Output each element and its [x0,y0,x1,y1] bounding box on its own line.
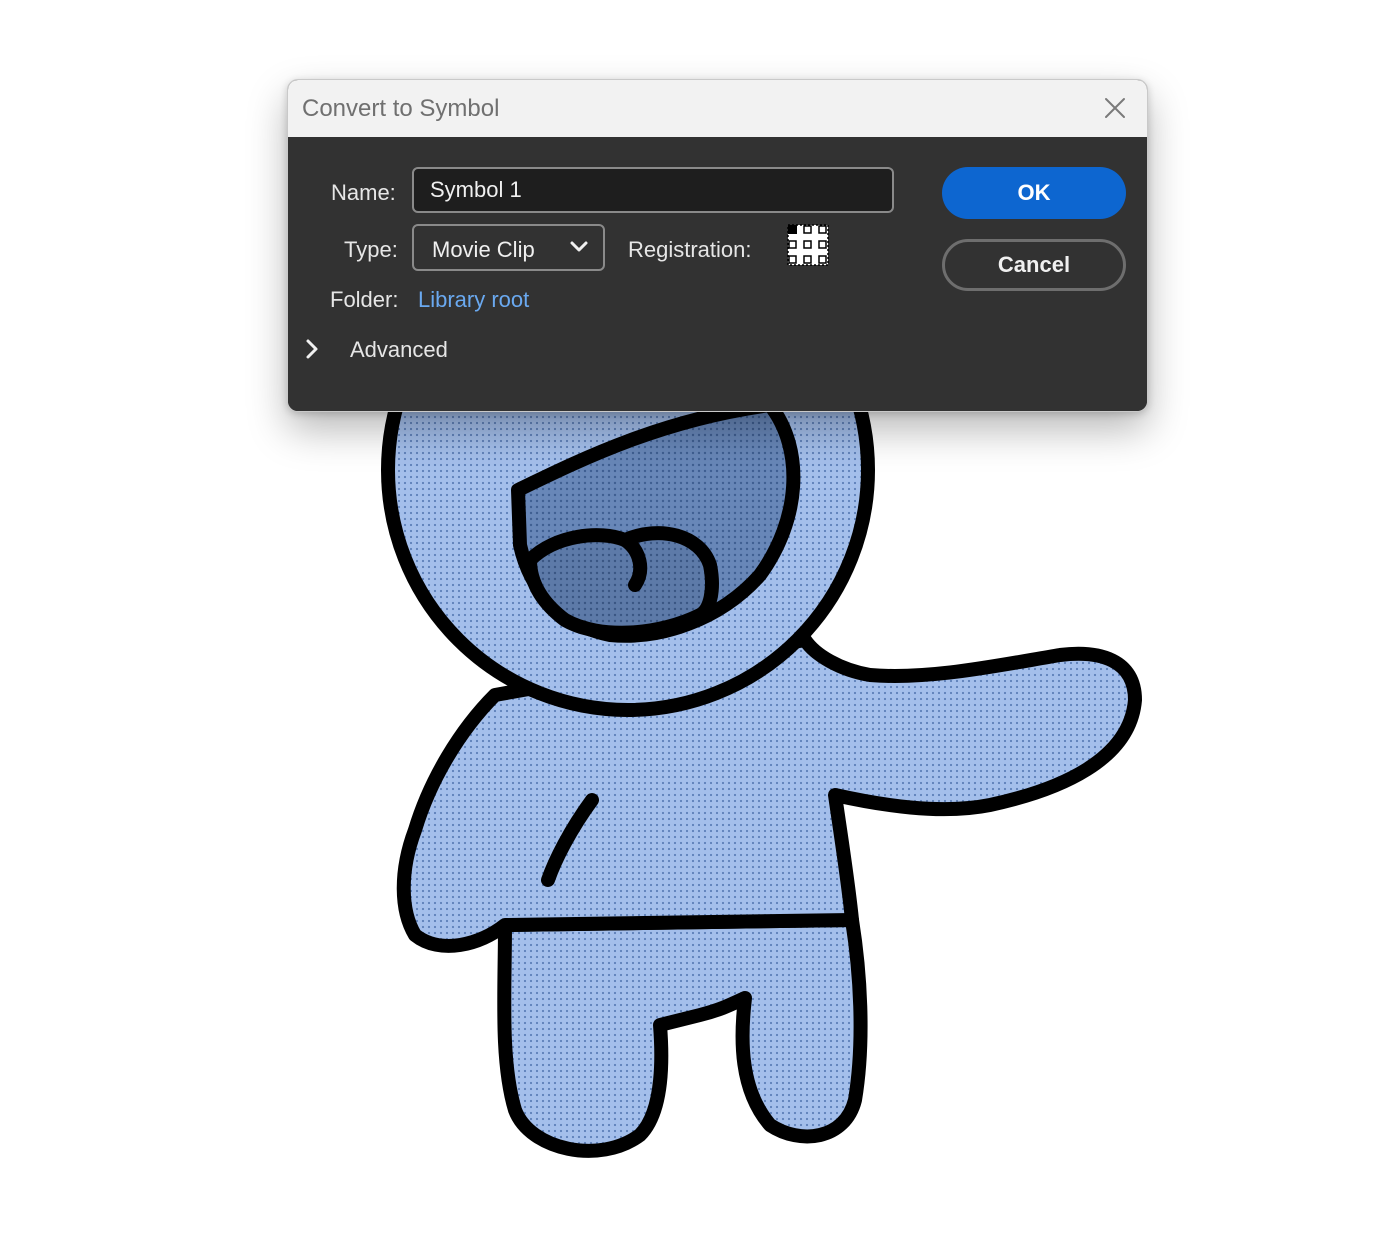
close-icon[interactable] [1101,94,1129,122]
type-dropdown-value: Movie Clip [432,237,535,262]
convert-to-symbol-dialog: Convert to Symbol Name: Type: Movie Clip… [287,79,1148,412]
chevron-down-icon [570,241,588,252]
dialog-titlebar[interactable]: Convert to Symbol [288,80,1147,137]
canvas-stage: Convert to Symbol Name: Type: Movie Clip… [0,0,1377,1237]
registration-grid-icon[interactable] [787,224,829,266]
folder-label: Folder: [330,287,399,312]
cancel-button[interactable]: Cancel [942,239,1126,291]
advanced-toggle[interactable]: Advanced [304,333,484,367]
chevron-right-icon [306,339,318,359]
left-leg [497,913,868,1158]
type-dropdown[interactable]: Movie Clip [412,224,605,271]
name-label: Name: [331,180,396,205]
advanced-label: Advanced [350,337,448,362]
type-label: Type: [344,237,398,262]
folder-link[interactable]: Library root [418,287,529,313]
ok-button[interactable]: OK [942,167,1126,219]
registration-label: Registration: [628,237,752,262]
name-field[interactable] [412,167,894,213]
dialog-title: Convert to Symbol [302,95,500,122]
tongue [523,526,719,640]
dialog-body: Name: Type: Movie Clip Registration: [288,137,1147,411]
